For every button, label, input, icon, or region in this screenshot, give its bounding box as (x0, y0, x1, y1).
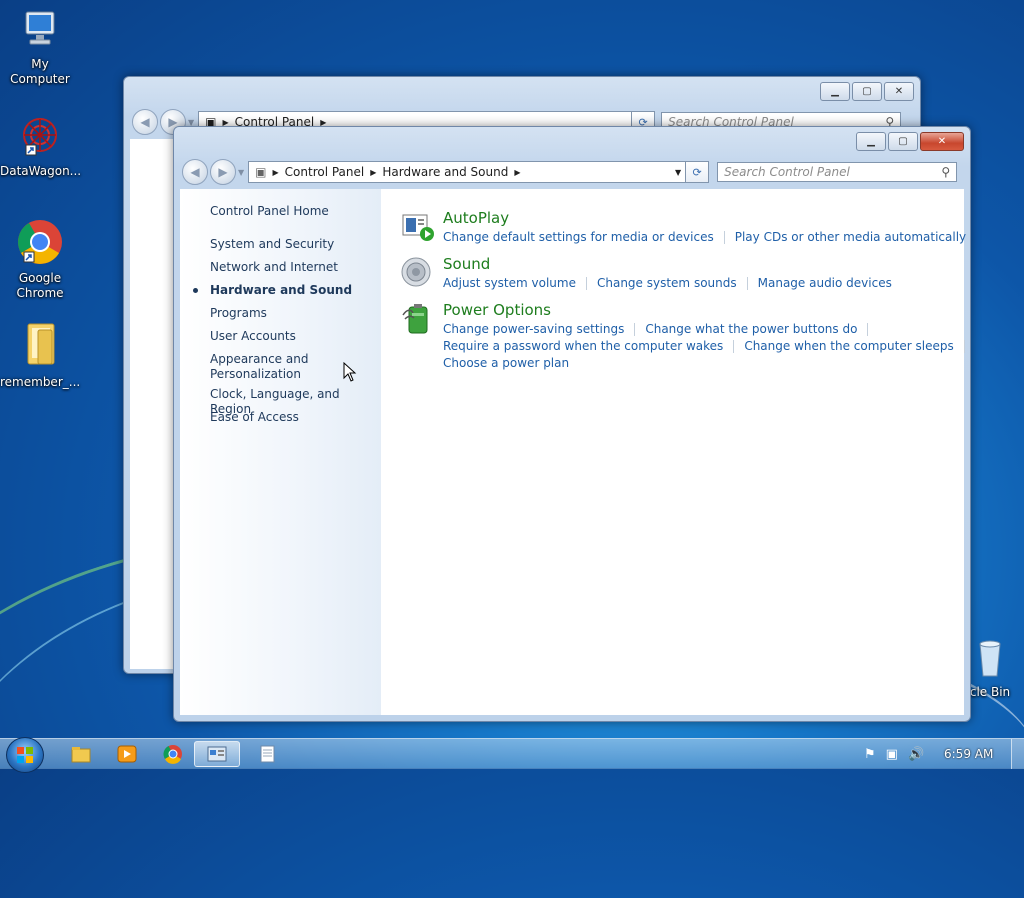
breadcrumb-control-panel[interactable]: Control Panel (285, 165, 365, 179)
link-separator (585, 277, 587, 290)
link-change-system-sounds[interactable]: Change system sounds (597, 276, 737, 290)
battery-icon (402, 304, 428, 334)
taskbar-control-panel[interactable] (194, 741, 240, 767)
back-button[interactable]: ◀ (132, 109, 158, 135)
desktop-icon-my-computer[interactable]: My Computer (0, 8, 80, 87)
sidebar-item-network-and-internet[interactable]: Network and Internet (210, 260, 338, 275)
main-pane: AutoPlay Change default settings for med… (381, 189, 966, 715)
category-title-autoplay[interactable]: AutoPlay (443, 209, 509, 227)
link-row: Adjust system volume Change system sounds… (443, 276, 892, 290)
desktop-icon-remember[interactable]: remember_... (0, 320, 80, 390)
autoplay-icon (402, 214, 434, 241)
link-separator (746, 277, 748, 290)
desktop-icon-label: remember_... (0, 375, 81, 389)
recycle-bin-icon (979, 640, 1001, 677)
taskbar: ⚑ ▣ 🔊 6:59 AM (0, 737, 1024, 773)
chevron-right-icon: ▶ (370, 167, 377, 177)
minimize-button[interactable]: ▁ (856, 132, 886, 151)
forward-button[interactable]: ▶ (210, 159, 236, 185)
link-change-sleep[interactable]: Change when the computer sleeps (744, 339, 953, 353)
link-change-default-settings[interactable]: Change default settings for media or dev… (443, 230, 714, 244)
sidebar-item-system-and-security[interactable]: System and Security (210, 237, 334, 252)
search-icon: ⚲ (941, 165, 951, 179)
back-button[interactable]: ◀ (182, 159, 208, 185)
chevron-right-icon: ▶ (514, 167, 521, 177)
link-manage-audio-devices[interactable]: Manage audio devices (758, 276, 892, 290)
link-row: Change default settings for media or dev… (443, 230, 966, 244)
taskbar-explorer[interactable] (58, 741, 104, 767)
sidebar-item-programs[interactable]: Programs (210, 306, 267, 321)
link-row: Require a password when the computer wak… (443, 339, 975, 353)
computer-icon (25, 11, 55, 45)
active-bullet (193, 288, 198, 293)
chrome-icon (163, 745, 182, 764)
link-choose-power-plan[interactable]: Choose a power plan (443, 356, 569, 370)
link-play-cds[interactable]: Play CDs or other media automatically (735, 230, 966, 244)
window-content: Control Panel Home System and Security N… (180, 189, 966, 715)
sidebar-item-ease-of-access[interactable]: Ease of Access (210, 410, 299, 425)
desktop-icon-google-chrome[interactable]: Google Chrome (0, 218, 80, 301)
sidebar-item-appearance-and-personalization[interactable]: Appearance and Personalization (210, 352, 310, 382)
sidebar-item-hardware-and-sound[interactable]: Hardware and Sound (210, 283, 352, 298)
category-title-sound[interactable]: Sound (443, 255, 490, 273)
control-panel-small-icon: ▣ (255, 165, 267, 179)
maximize-button[interactable]: ▢ (852, 82, 882, 101)
datawagon-icon (23, 118, 57, 156)
link-adjust-system-volume[interactable]: Adjust system volume (443, 276, 576, 290)
taskbar-chrome[interactable] (150, 741, 196, 767)
speaker-icon (401, 257, 431, 287)
link-require-password-wake[interactable]: Require a password when the computer wak… (443, 339, 723, 353)
link-row: Choose a power plan (443, 356, 569, 370)
link-separator (963, 340, 965, 353)
desktop-icon-label: DataWagon... (0, 164, 82, 178)
taskbar-media-player[interactable] (104, 741, 150, 767)
link-separator (634, 323, 636, 336)
caption-buttons: ▁ ▢ ✕ (856, 132, 964, 151)
chrome-icon (18, 220, 62, 264)
sidebar-item-user-accounts[interactable]: User Accounts (210, 329, 296, 344)
control-panel-window[interactable]: ▁ ▢ ✕ ◀ ▶ ▼ ▣ ▶ Control Panel ▶ Hardware… (173, 126, 971, 722)
minimize-button[interactable]: ▁ (820, 82, 850, 101)
network-icon[interactable]: ▣ (886, 747, 898, 762)
sidebar-item-home[interactable]: Control Panel Home (210, 204, 329, 219)
notepad-icon (260, 745, 275, 763)
desktop-icon-label: My Computer (10, 57, 70, 86)
link-change-power-saving[interactable]: Change power-saving settings (443, 322, 624, 336)
folder-icon (27, 323, 55, 365)
refresh-button[interactable]: ⟳ (686, 161, 710, 183)
address-dropdown-icon[interactable]: ▼ (675, 168, 681, 177)
address-bar[interactable]: ▣ ▶ Control Panel ▶ Hardware and Sound ▶… (248, 161, 687, 183)
system-tray: ⚑ ▣ 🔊 (864, 739, 924, 769)
breadcrumb-hardware-and-sound[interactable]: Hardware and Sound (382, 165, 508, 179)
link-row: Change power-saving settings Change what … (443, 322, 878, 336)
chevron-right-icon: ▶ (272, 167, 279, 177)
search-placeholder: Search Control Panel (724, 165, 850, 179)
desktop-icon-label: Google Chrome (16, 271, 64, 300)
action-center-flag-icon[interactable]: ⚑ (864, 747, 876, 762)
link-separator (723, 231, 725, 244)
sidebar: Control Panel Home System and Security N… (180, 189, 381, 715)
close-button[interactable]: ✕ (920, 132, 964, 151)
search-input[interactable]: Search Control Panel ⚲ (717, 162, 958, 182)
control-panel-icon (207, 746, 227, 762)
windows-logo-icon (17, 747, 33, 763)
desktop-icon-datawagon[interactable]: DataWagon... (0, 115, 82, 179)
close-button[interactable]: ✕ (884, 82, 914, 101)
mouse-cursor-icon (343, 362, 357, 382)
volume-icon[interactable]: 🔊 (908, 747, 924, 762)
link-power-buttons[interactable]: Change what the power buttons do (645, 322, 857, 336)
navigation-bar: ◀ ▶ ▼ ▣ ▶ Control Panel ▶ Hardware and S… (182, 159, 958, 185)
windows-explorer-icon (71, 747, 91, 763)
clock[interactable]: 6:59 AM (944, 739, 993, 769)
caption-buttons: ▁ ▢ ✕ (820, 82, 914, 101)
recent-pages-dropdown[interactable]: ▼ (238, 168, 244, 177)
category-title-power-options[interactable]: Power Options (443, 301, 551, 319)
show-desktop-button[interactable] (1011, 739, 1024, 769)
link-separator (867, 323, 869, 336)
media-player-icon (117, 745, 137, 763)
link-separator (733, 340, 735, 353)
taskbar-notepad[interactable] (244, 741, 290, 767)
maximize-button[interactable]: ▢ (888, 132, 918, 151)
